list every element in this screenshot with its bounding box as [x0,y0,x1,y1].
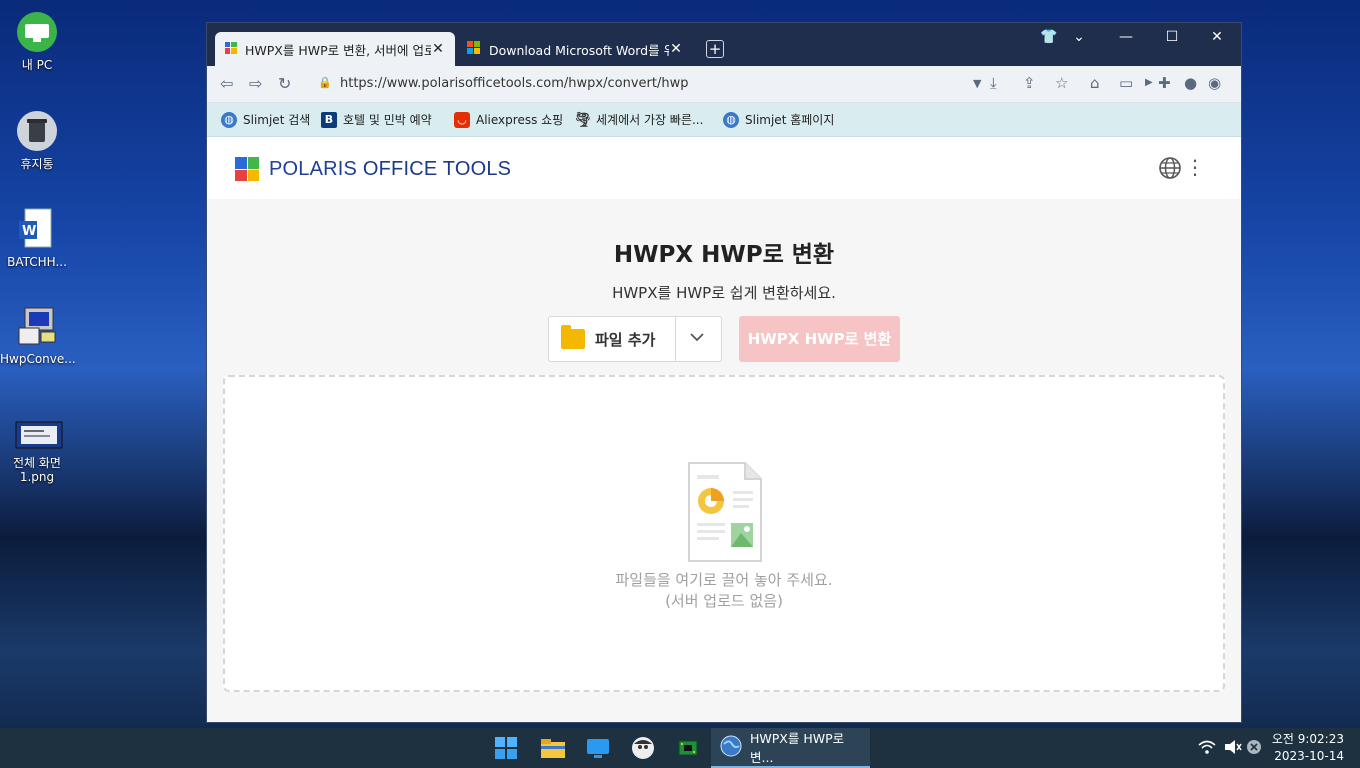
browser-window: HWPX를 HWP로 변환, 서버에 업로드 ✕ Download Micros… [207,23,1241,722]
drop-instructions: 파일들을 여기로 끌어 놓아 주세요. (서버 업로드 없음) [225,570,1223,612]
computer-setup-icon [15,304,59,348]
home-icon[interactable]: ⌂ [1090,74,1100,92]
folder-icon [561,325,585,349]
desktop-icon-screenshot[interactable]: 전체 화면 1.png [0,420,74,484]
file-drop-zone[interactable]: 파일들을 여기로 끌어 놓아 주세요. (서버 업로드 없음) [223,375,1225,692]
add-file-button[interactable]: 파일 추가 [548,316,722,362]
tab-hwpx-convert[interactable]: HWPX를 HWP로 변환, 서버에 업로드 ✕ [215,32,455,66]
more-arrow-icon[interactable]: ▶ [1145,77,1153,88]
profile-icon[interactable]: ● [1184,74,1197,92]
back-icon[interactable]: ⇦ [220,74,233,93]
add-file-label: 파일 추가 [595,330,656,349]
desktop-icon-batch[interactable]: W BATCHH... [0,207,74,269]
lock-icon: 🔒 [318,76,332,89]
extensions-icon[interactable]: ✚ [1158,74,1171,92]
desktop-icon-label: BATCHH... [7,255,67,269]
start-windows-icon[interactable] [494,736,518,760]
desktop-icon-hwpconverter[interactable]: HwpConve... [0,304,76,366]
share-icon[interactable]: ⇪ [1023,74,1036,92]
polaris-logo[interactable]: POLARIS OFFICE TOOLS [235,157,511,181]
site-header: POLARIS OFFICE TOOLS ⋮ [207,137,1241,201]
sidebar-icon[interactable]: ▭ [1119,74,1133,92]
maximize-button[interactable]: ☐ [1160,29,1184,45]
image-file-icon [15,420,63,452]
remote-desktop-icon[interactable] [586,736,610,760]
page-subtitle: HWPX를 HWP로 쉽게 변환하세요. [612,284,836,302]
chevron-down-icon[interactable] [689,329,705,349]
tab-title: Download Microsoft Word를 위한 [489,42,669,58]
volume-muted-icon[interactable] [1224,739,1242,759]
bookmark-label: Slimjet 검색 [243,113,311,127]
bookmark-label: 호텔 및 민박 예약 [343,113,432,127]
document-illustration-icon [687,461,762,562]
dropdown-arrow-icon[interactable]: ▼ [973,77,981,90]
tab-download-word[interactable]: Download Microsoft Word를 위한 ✕ [457,32,693,66]
tornado-icon: 🌪 [574,111,592,128]
drop-line-2: (서버 업로드 없음) [665,592,783,610]
star-icon[interactable]: ☆ [1055,74,1068,92]
language-globe-icon[interactable] [1159,157,1181,184]
desktop-icon-my-pc[interactable]: 내 PC [0,10,74,72]
close-tab-icon[interactable]: ✕ [669,41,683,57]
character-app-icon[interactable] [631,736,655,760]
desktop-icon-recycle-bin[interactable]: 휴지통 [0,109,74,171]
theme-shirt-icon[interactable]: 👕 [1037,29,1061,45]
desktop-icon-label: 전체 화면 1.png [13,456,61,484]
clock-date: 2023-10-14 [1274,749,1344,763]
brand-name: POLARIS [269,157,358,180]
monitor-icon [15,10,59,54]
bookmark-fastest[interactable]: 🌪 세계에서 가장 빠른... [574,111,703,128]
reload-icon[interactable]: ↻ [278,74,291,93]
convert-button[interactable]: HWPX HWP로 변환 [739,316,900,362]
bookmark-label: 세계에서 가장 빠른... [596,113,704,127]
taskbar-app-title: HWPX를 HWP로 변... [750,731,845,765]
word-document-icon: W [15,207,59,251]
desktop-icon-label: HwpConve... [0,352,76,366]
download-icon[interactable]: ⤓ [990,74,997,92]
circuit-board-icon[interactable] [676,736,700,760]
tab-title: HWPX를 HWP로 변환, 서버에 업로드 [245,42,431,58]
new-tab-button[interactable]: + [706,40,724,58]
desktop-icon-label: 휴지통 [20,157,54,171]
taskbar: HWPX를 HWP로 변... 오전 9:02:23 2023-10-14 [0,728,1360,768]
converter-main: HWPX HWP로 변환 HWPX를 HWP로 쉽게 변환하세요. 파일 추가 … [207,199,1241,722]
slimjet-menu-icon[interactable]: ◉ [1208,74,1221,92]
tab-bar: HWPX를 HWP로 변환, 서버에 업로드 ✕ Download Micros… [207,23,1241,66]
page-title: HWPX HWP로 변환 [613,242,835,268]
bookmarks-bar: ◍ Slimjet 검색 B 호텔 및 민박 예약 ◡ Aliexpress 쇼… [207,103,1241,137]
bookmark-slimjet-search[interactable]: ◍ Slimjet 검색 [221,111,310,128]
bookmark-slimjet-home[interactable]: ◍ Slimjet 홈페이지 [723,111,834,128]
aliexpress-icon: ◡ [454,111,470,128]
brand-suffix: OFFICE TOOLS [357,157,512,180]
notification-close-icon[interactable] [1246,739,1262,759]
clock-time: 오전 9:02:23 [1271,732,1344,746]
system-clock[interactable]: 오전 9:02:23 2023-10-14 [1272,731,1344,765]
bookmark-aliexpress[interactable]: ◡ Aliexpress 쇼핑 [454,111,563,128]
desktop-icon-label: 내 PC [21,58,53,72]
drop-line-1: 파일들을 여기로 끌어 놓아 주세요. [615,571,833,589]
close-window-button[interactable]: ✕ [1205,29,1229,45]
bookmark-booking[interactable]: B 호텔 및 민박 예약 [321,111,432,128]
file-explorer-icon[interactable] [540,736,565,760]
more-menu-icon[interactable]: ⋮ [1185,155,1205,179]
slimjet-globe-icon [720,735,742,760]
taskbar-browser-app[interactable]: HWPX를 HWP로 변... [711,728,870,768]
polaris-logo-icon [235,157,259,181]
url-field[interactable]: https://www.polarisofficetools.com/hwpx/… [340,76,688,91]
minimize-button[interactable]: — [1114,29,1138,45]
microsoft-favicon-icon [467,40,481,58]
bookmark-label: Aliexpress 쇼핑 [476,113,564,127]
address-bar: ⇦ ⇨ ↻ 🔒 https://www.polarisofficetools.c… [207,66,1241,103]
polaris-favicon-icon [225,41,237,57]
forward-icon[interactable]: ⇨ [249,74,262,93]
bookmark-label: Slimjet 홈페이지 [745,113,835,127]
wifi-icon[interactable] [1198,739,1216,759]
globe-icon: ◍ [221,111,237,128]
close-tab-icon[interactable]: ✕ [431,41,445,57]
svg-text:W: W [22,224,36,239]
trash-icon [15,109,59,153]
chevron-down-icon[interactable]: ⌄ [1067,29,1091,45]
booking-icon: B [321,111,337,128]
globe-icon: ◍ [723,111,739,128]
